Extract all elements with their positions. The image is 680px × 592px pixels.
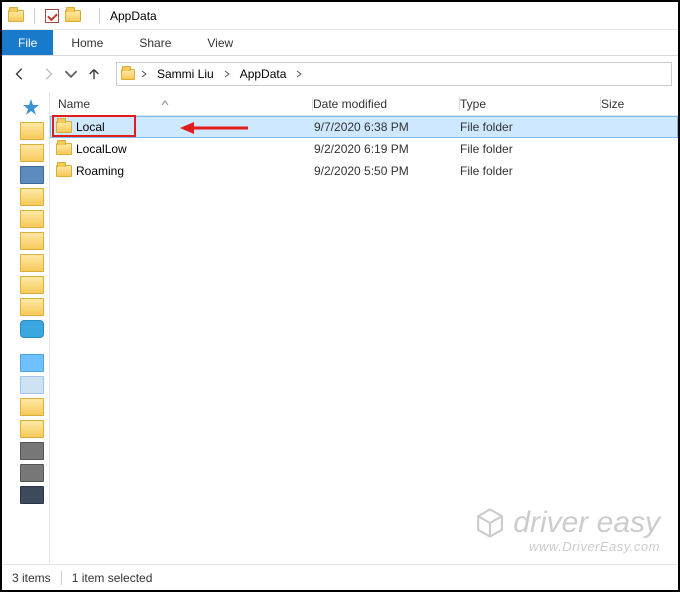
- file-row[interactable]: LocalLow 9/2/2020 6:19 PM File folder: [50, 138, 678, 160]
- breadcrumb-segment[interactable]: Sammi Liu: [153, 63, 218, 85]
- status-item-count: 3 items: [12, 571, 51, 585]
- up-button[interactable]: [82, 62, 106, 86]
- properties-icon[interactable]: [45, 9, 59, 23]
- column-header-date[interactable]: Date modified: [313, 92, 459, 115]
- tab-home[interactable]: Home: [53, 30, 121, 55]
- folder-icon: [56, 165, 72, 177]
- sidebar-folder-icon[interactable]: [20, 254, 44, 272]
- sidebar-folder-icon[interactable]: [20, 188, 44, 206]
- sidebar-onedrive-icon[interactable]: [20, 320, 44, 338]
- navigation-bar: Sammi Liu AppData: [2, 56, 678, 92]
- qat-divider: [34, 8, 35, 24]
- quick-access-pin-icon: [22, 98, 40, 116]
- file-list-pane: Name Date modified Type Size Local 9/7/2…: [50, 92, 678, 564]
- chevron-right-icon[interactable]: [292, 70, 306, 78]
- status-divider: [61, 571, 62, 585]
- file-name: LocalLow: [76, 142, 314, 156]
- window-title: AppData: [110, 9, 157, 23]
- folder-icon: [56, 143, 72, 155]
- file-name: Local: [76, 120, 314, 134]
- sidebar-folder-icon[interactable]: [20, 442, 44, 460]
- sidebar-folder-icon[interactable]: [20, 420, 44, 438]
- file-tab[interactable]: File: [2, 30, 53, 55]
- column-header-type[interactable]: Type: [460, 92, 600, 115]
- status-bar: 3 items 1 item selected: [2, 564, 678, 590]
- sidebar-this-pc-icon[interactable]: [20, 354, 44, 372]
- title-divider: [99, 8, 100, 24]
- file-type: File folder: [460, 142, 600, 156]
- column-name-label: Name: [58, 97, 90, 111]
- sidebar-folder-icon[interactable]: [20, 398, 44, 416]
- file-row[interactable]: Roaming 9/2/2020 5:50 PM File folder: [50, 160, 678, 182]
- explorer-window: AppData File Home Share View Sammi Liu A…: [0, 0, 680, 592]
- sidebar-folder-icon[interactable]: [20, 232, 44, 250]
- title-bar: AppData: [2, 2, 678, 30]
- status-selection: 1 item selected: [72, 571, 153, 585]
- file-date: 9/2/2020 5:50 PM: [314, 164, 460, 178]
- column-headers: Name Date modified Type Size: [50, 92, 678, 116]
- tab-share[interactable]: Share: [121, 30, 189, 55]
- sidebar-item-icon[interactable]: [20, 376, 44, 394]
- sidebar-folder-icon[interactable]: [20, 276, 44, 294]
- sidebar-folder-icon[interactable]: [20, 210, 44, 228]
- chevron-right-icon[interactable]: [220, 70, 234, 78]
- file-type: File folder: [460, 164, 600, 178]
- ribbon-tabs: File Home Share View: [2, 30, 678, 56]
- column-header-name[interactable]: Name: [54, 92, 312, 115]
- new-folder-icon[interactable]: [65, 10, 81, 22]
- forward-button[interactable]: [36, 62, 60, 86]
- sidebar-folder-icon[interactable]: [20, 298, 44, 316]
- back-button[interactable]: [8, 62, 32, 86]
- address-bar[interactable]: Sammi Liu AppData: [116, 62, 672, 86]
- chevron-right-icon[interactable]: [137, 70, 151, 78]
- file-date: 9/7/2020 6:38 PM: [314, 120, 460, 134]
- sidebar-folder-icon[interactable]: [20, 166, 44, 184]
- file-type: File folder: [460, 120, 600, 134]
- folder-icon: [8, 10, 24, 22]
- breadcrumb-segment[interactable]: AppData: [236, 63, 291, 85]
- sidebar-folder-icon[interactable]: [20, 122, 44, 140]
- file-name: Roaming: [76, 164, 314, 178]
- sidebar-folder-icon[interactable]: [20, 144, 44, 162]
- folder-icon: [56, 121, 72, 133]
- navigation-pane[interactable]: [2, 92, 50, 564]
- sidebar-folder-icon[interactable]: [20, 464, 44, 482]
- file-rows: Local 9/7/2020 6:38 PM File folder Local…: [50, 116, 678, 564]
- path-folder-icon: [121, 69, 135, 80]
- file-date: 9/2/2020 6:19 PM: [314, 142, 460, 156]
- sidebar-folder-icon[interactable]: [20, 486, 44, 504]
- file-row[interactable]: Local 9/7/2020 6:38 PM File folder: [50, 116, 678, 138]
- column-header-size[interactable]: Size: [601, 92, 651, 115]
- recent-locations-icon[interactable]: [64, 62, 78, 86]
- sort-ascending-icon: [160, 97, 170, 111]
- tab-view[interactable]: View: [189, 30, 251, 55]
